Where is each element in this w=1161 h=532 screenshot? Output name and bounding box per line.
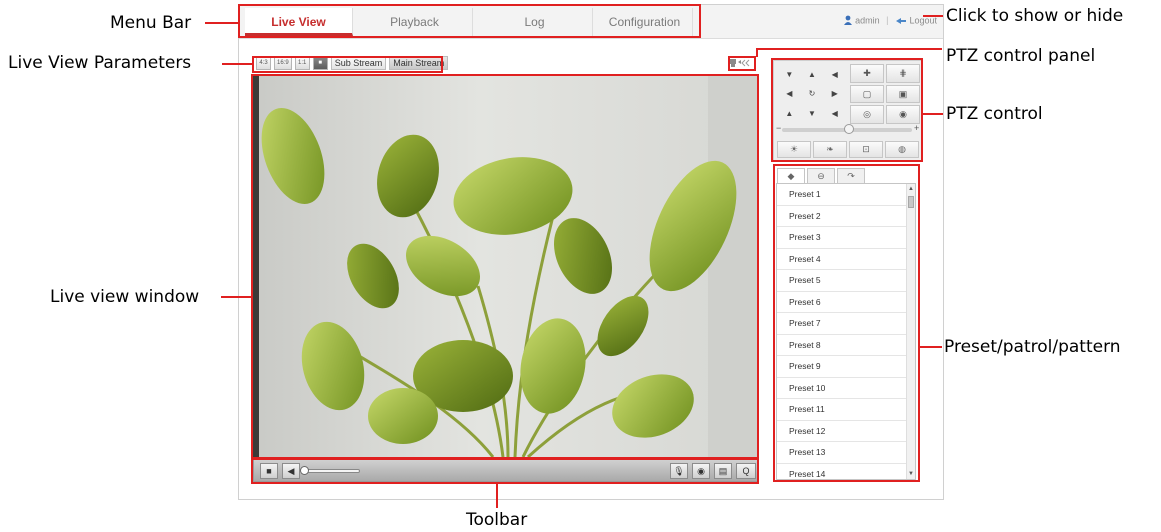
live-view-leader: [221, 296, 251, 298]
preset-list: Preset 1 Preset 2 Preset 3 Preset 4 Preset 5…: [776, 183, 916, 480]
tab-playback[interactable]: Playback: [357, 8, 473, 36]
preset-tabs: ◆ ⊖ ↷: [777, 168, 865, 184]
toolbar: ■ ◀ 🎙 ◉ ▤ Q: [253, 459, 758, 482]
username: admin: [855, 15, 880, 26]
lens-init-icon[interactable]: ◍: [885, 141, 919, 158]
ptz-aux-buttons: ☀ ❧ ⊡ ◍: [777, 141, 919, 158]
preset-leader: [920, 346, 942, 348]
tab-log[interactable]: Log: [477, 8, 593, 36]
speed-minus-label: −: [776, 123, 782, 133]
ptz-speed-slider[interactable]: [782, 124, 912, 134]
logout-icon[interactable]: [895, 16, 907, 27]
ptz-control-leader: [923, 113, 943, 115]
ptz-right-icon[interactable]: ▶: [823, 84, 846, 103]
ptz-speed-knob[interactable]: [844, 124, 854, 134]
record-icon[interactable]: ▤: [714, 463, 732, 479]
tab-live-view[interactable]: Live View: [245, 8, 353, 36]
ptz-toggle-icon: [730, 59, 750, 67]
ptz-down-left-icon[interactable]: ▲: [778, 104, 801, 123]
speed-plus-label: +: [914, 123, 920, 133]
ptz-control: ▼ ▲ ◀ ◀ ↻ ▶ ▲ ▼ ◀ ✚ ⋕ ▢ ▣ ◎ ◉ − + ☀ ❧ ⊡ …: [773, 60, 922, 161]
auxiliary-focus-icon[interactable]: ⊡: [849, 141, 883, 158]
iris-open-icon[interactable]: ◎: [850, 105, 884, 124]
scroll-down-icon[interactable]: ▼: [908, 471, 914, 477]
ratio-16-9-button[interactable]: 16:9: [274, 56, 292, 70]
preset-item[interactable]: Preset 7: [777, 313, 907, 335]
toolbar-leader-v: [496, 484, 498, 508]
scroll-up-icon[interactable]: ▲: [908, 186, 914, 192]
preset-item[interactable]: Preset 8: [777, 335, 907, 356]
preset-item[interactable]: Preset 3: [777, 227, 907, 249]
label-live-view-window: Live view window: [50, 287, 200, 307]
preset-item[interactable]: Preset 5: [777, 270, 907, 292]
volume-slider[interactable]: [300, 466, 360, 475]
focus-far-icon[interactable]: ▣: [886, 84, 920, 104]
ptz-down-icon[interactable]: ▼: [801, 104, 824, 123]
label-menu-bar: Menu Bar: [110, 13, 192, 33]
label-ptz-control: PTZ control: [946, 104, 1043, 124]
ptz-lens-controls: ✚ ⋕ ▢ ▣ ◎ ◉: [850, 64, 920, 124]
preset-item[interactable]: Preset 9: [777, 356, 907, 378]
label-live-view-parameters: Live View Parameters: [8, 53, 192, 73]
capture-icon[interactable]: ◉: [692, 463, 710, 479]
preset-item[interactable]: Preset 13: [777, 442, 907, 464]
tab-pattern-icon[interactable]: ↷: [837, 168, 865, 184]
iris-close-icon[interactable]: ◉: [886, 105, 920, 124]
label-toolbar: Toolbar: [466, 510, 528, 530]
preset-item[interactable]: Preset 6: [777, 292, 907, 313]
ptz-up-icon[interactable]: ▲: [801, 65, 824, 84]
preset-item[interactable]: Preset 12: [777, 421, 907, 442]
menu-bar-leader: [205, 22, 238, 24]
preset-item[interactable]: Preset 2: [777, 206, 907, 227]
preset-items: Preset 1 Preset 2 Preset 3 Preset 4 Preset 5…: [777, 184, 915, 480]
separator: |: [886, 15, 889, 26]
click-toggle-leader-v: [756, 48, 758, 57]
scroll-thumb[interactable]: [908, 196, 914, 208]
ptz-direction-pad: ▼ ▲ ◀ ◀ ↻ ▶ ▲ ▼ ◀: [778, 65, 846, 123]
ptz-panel-leader: [923, 15, 943, 17]
preset-item[interactable]: Preset 1: [777, 184, 907, 206]
fullscreen-ratio-icon[interactable]: ■: [312, 56, 328, 70]
zoom-in-icon[interactable]: ✚: [850, 64, 884, 83]
ratio-1-1-button[interactable]: 1:1: [294, 56, 310, 70]
camera-feed-image: [253, 76, 758, 457]
preset-scrollbar[interactable]: ▲ ▼: [906, 184, 915, 479]
live-view-window[interactable]: [253, 76, 758, 457]
user-icon: [843, 15, 853, 27]
tab-patrol-icon[interactable]: ⊖: [807, 168, 835, 184]
main-stream-button[interactable]: Main Stream: [389, 56, 449, 70]
menu-bar: Live View Playback Log Configuration adm…: [239, 5, 943, 39]
ptz-up-left-icon[interactable]: ▼: [778, 65, 801, 84]
ptz-left-icon[interactable]: ◀: [778, 84, 801, 103]
tab-configuration[interactable]: Configuration: [597, 8, 693, 36]
wiper-icon[interactable]: ❧: [813, 141, 847, 158]
tab-preset-icon[interactable]: ◆: [777, 168, 805, 184]
sub-stream-button[interactable]: Sub Stream: [330, 56, 387, 70]
stop-live-view-button[interactable]: ■: [260, 463, 278, 479]
focus-near-icon[interactable]: ▢: [850, 84, 884, 104]
preset-item[interactable]: Preset 11: [777, 399, 907, 421]
preset-item[interactable]: Preset 4: [777, 249, 907, 270]
live-view-parameters: 4:3 16:9 1:1 ■ Sub Stream Main Stream: [256, 54, 449, 72]
preset-item[interactable]: Preset 14: [777, 464, 907, 480]
ptz-panel-toggle[interactable]: [728, 58, 754, 70]
params-leader: [222, 63, 252, 65]
digital-zoom-icon[interactable]: Q: [736, 463, 756, 479]
ptz-auto-icon[interactable]: ↻: [801, 84, 824, 103]
ptz-down-right-icon[interactable]: ◀: [823, 104, 846, 123]
audio-mute-icon[interactable]: ◀: [282, 463, 300, 479]
ratio-4-3-button[interactable]: 4:3: [256, 56, 271, 70]
microphone-icon[interactable]: 🎙: [670, 463, 688, 479]
click-toggle-leader-h: [756, 48, 942, 50]
zoom-out-icon[interactable]: ⋕: [886, 64, 920, 83]
label-click-toggle: Click to show or hide: [946, 6, 1124, 26]
label-preset-patrol-pattern: Preset/patrol/pattern: [944, 337, 1121, 357]
label-ptz-panel: PTZ control panel: [946, 46, 1096, 66]
volume-knob[interactable]: [300, 466, 309, 475]
preset-item[interactable]: Preset 10: [777, 378, 907, 399]
light-icon[interactable]: ☀: [777, 141, 811, 158]
ptz-up-right-icon[interactable]: ◀: [823, 65, 846, 84]
